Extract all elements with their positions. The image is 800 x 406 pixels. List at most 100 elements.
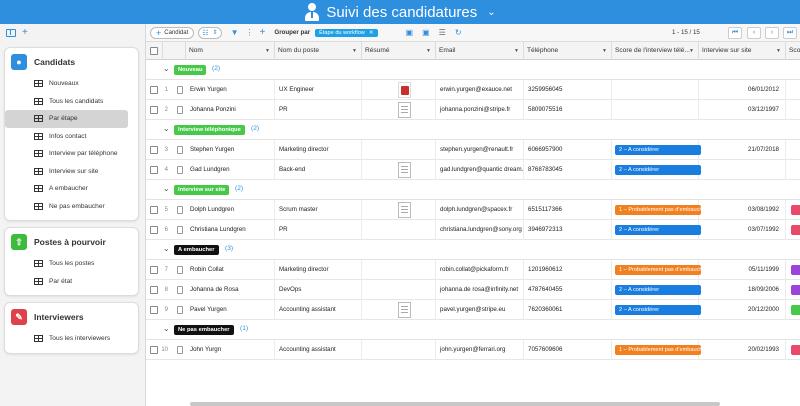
document-icon[interactable] <box>177 226 183 234</box>
table-cell[interactable]: stephen.yurgen@renault.fr <box>436 140 524 160</box>
table-cell[interactable]: christiana.lundgren@sony.org <box>436 220 524 240</box>
remove-icon[interactable]: ✕ <box>369 30 374 36</box>
table-cell[interactable]: Scrum master <box>275 200 362 220</box>
table-cell[interactable]: johanna.ponzini@stripe.fr <box>436 100 524 120</box>
table-cell[interactable] <box>362 260 436 280</box>
group-row[interactable]: ⌄ Nouveau (2) <box>146 60 800 80</box>
row-checkbox[interactable] <box>150 86 158 94</box>
group-by-chip[interactable]: Étape du workflow ✕ <box>315 28 378 37</box>
column-header[interactable]: Téléphone ▼ <box>524 42 612 60</box>
chevron-down-icon[interactable]: ⌄ <box>163 324 170 333</box>
table-cell[interactable]: 5809075516 <box>524 100 612 120</box>
sort-caret-icon[interactable]: ▼ <box>352 42 357 60</box>
table-cell[interactable]: Marketing director <box>275 260 362 280</box>
table-row[interactable]: 8 Johanna de Rosa DevOps johanna.de rosa@in… <box>146 280 800 300</box>
table-cell[interactable]: 3259956045 <box>524 80 612 100</box>
horizontal-scrollbar[interactable] <box>190 402 720 406</box>
table-cell[interactable]: Marketing director <box>275 140 362 160</box>
filter-icon[interactable]: ▼ <box>231 28 239 37</box>
row-checkbox[interactable] <box>150 166 158 174</box>
table-cell[interactable] <box>362 140 436 160</box>
panel-header[interactable]: ⇧ Postes à pourvoir <box>5 228 138 255</box>
document-icon[interactable] <box>177 286 183 294</box>
toggle-sidebar-icon[interactable] <box>6 28 16 37</box>
table-cell[interactable] <box>612 80 699 100</box>
sort-caret-icon[interactable]: ▼ <box>602 42 607 60</box>
first-page-button[interactable]: ⏮ <box>728 27 742 39</box>
view-options-button[interactable]: ☷ ⇕ <box>198 26 222 39</box>
sidebar-item[interactable]: Nouveaux <box>5 75 128 93</box>
last-page-button[interactable]: ⏭ <box>783 27 797 39</box>
column-header[interactable]: Interview sur site ▼ <box>699 42 786 60</box>
document-icon[interactable] <box>177 86 183 94</box>
chevron-down-icon[interactable]: ⌄ <box>163 184 170 193</box>
table-row[interactable]: 5 Dolph Lundgren Scrum master dolph.lundgre… <box>146 200 800 220</box>
table-cell[interactable] <box>699 160 786 180</box>
table-cell[interactable]: 03/12/1997 <box>699 100 786 120</box>
document-icon[interactable] <box>177 206 183 214</box>
table-cell[interactable]: Erwin Yurgen <box>186 80 275 100</box>
sidebar-item[interactable]: Tous les interviewers <box>5 330 128 348</box>
row-checkbox[interactable] <box>150 106 158 114</box>
column-header[interactable]: Nom ▼ <box>186 42 275 60</box>
row-checkbox[interactable] <box>150 206 158 214</box>
sidebar-item[interactable]: Tous les candidats <box>5 93 128 111</box>
table-cell[interactable]: 06/01/2012 <box>699 80 786 100</box>
row-checkbox[interactable] <box>150 226 158 234</box>
column-header[interactable]: Sco <box>786 42 800 60</box>
sort-caret-icon[interactable]: ▼ <box>514 42 519 60</box>
table-cell[interactable]: 7057609606 <box>524 340 612 360</box>
sidebar-item[interactable]: Par étape <box>5 110 128 128</box>
table-cell[interactable]: PR <box>275 220 362 240</box>
table-row[interactable]: 9 Pavel Yurgen Accounting assistant pavel.y… <box>146 300 800 320</box>
table-cell[interactable] <box>362 280 436 300</box>
row-checkbox[interactable] <box>150 266 158 274</box>
table-row[interactable]: 4 Gad Lundgren Back-end gad.lundgren@quanti… <box>146 160 800 180</box>
table-cell[interactable] <box>362 340 436 360</box>
table-cell[interactable]: 6066957900 <box>524 140 612 160</box>
table-cell[interactable]: UX Engineer <box>275 80 362 100</box>
table-cell[interactable]: DevOps <box>275 280 362 300</box>
table-cell[interactable]: erwin.yurgen@exauce.net <box>436 80 524 100</box>
expand-icon[interactable]: ▣ <box>422 28 430 37</box>
sort-caret-icon[interactable]: ▼ <box>426 42 431 60</box>
table-cell[interactable]: 20/12/2000 <box>699 300 786 320</box>
table-cell[interactable]: 1201960612 <box>524 260 612 280</box>
column-header[interactable]: Nom du poste ▼ <box>275 42 362 60</box>
table-cell[interactable]: 03/07/1992 <box>699 220 786 240</box>
document-thumbnail-icon[interactable] <box>398 102 411 118</box>
table-cell[interactable] <box>612 100 699 120</box>
document-thumbnail-icon[interactable] <box>398 162 411 178</box>
table-cell[interactable]: 7620360061 <box>524 300 612 320</box>
sidebar-item[interactable]: Interview par téléphone <box>5 145 128 163</box>
document-thumbnail-icon[interactable] <box>398 202 411 218</box>
add-field-icon[interactable]: + <box>260 27 266 38</box>
sidebar-item[interactable]: A embaucher <box>5 180 128 198</box>
sort-caret-icon[interactable]: ▼ <box>689 42 694 60</box>
table-cell[interactable]: 4787640455 <box>524 280 612 300</box>
document-icon[interactable] <box>177 266 183 274</box>
table-cell[interactable]: John Yurgn <box>186 340 275 360</box>
sidebar-item[interactable]: Interview sur site <box>5 163 128 181</box>
table-cell[interactable] <box>362 220 436 240</box>
row-checkbox[interactable] <box>150 346 158 354</box>
sort-caret-icon[interactable]: ▼ <box>265 42 270 60</box>
row-checkbox[interactable] <box>150 306 158 314</box>
next-page-button[interactable]: › <box>765 27 779 39</box>
table-cell[interactable]: 8768783045 <box>524 160 612 180</box>
select-all-checkbox[interactable] <box>150 47 158 55</box>
sidebar-item[interactable]: Par état <box>5 273 128 291</box>
add-candidate-button[interactable]: + Candidat <box>150 26 195 39</box>
sort-caret-icon[interactable]: ▼ <box>776 42 781 60</box>
table-cell[interactable]: Gad Lundgren <box>186 160 275 180</box>
table-cell[interactable]: gad.lundgren@quantic dream... <box>436 160 524 180</box>
table-cell[interactable]: Robin Collat <box>186 260 275 280</box>
table-row[interactable]: 6 Christiana Lundgren PR christiana.lundgre… <box>146 220 800 240</box>
table-cell[interactable]: Johanna Ponzini <box>186 100 275 120</box>
document-icon[interactable] <box>177 146 183 154</box>
table-cell[interactable]: john.yurgen@ferrari.org <box>436 340 524 360</box>
group-row[interactable]: ⌄ A embaucher (3) <box>146 240 800 260</box>
table-cell[interactable]: Stephen Yurgen <box>186 140 275 160</box>
table-cell[interactable]: 6515117366 <box>524 200 612 220</box>
list-icon[interactable]: ☰ <box>439 28 446 37</box>
